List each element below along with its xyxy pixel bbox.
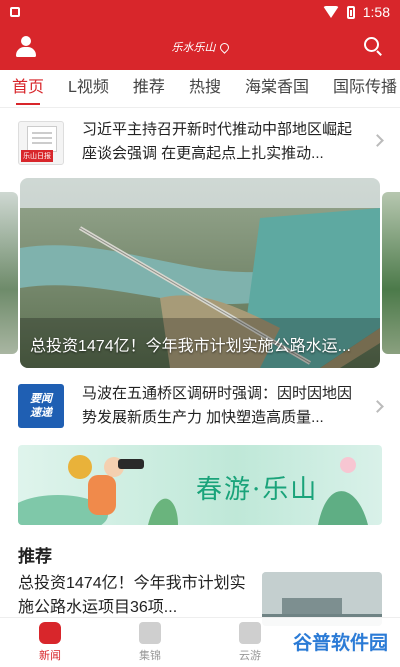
tab-haitang[interactable]: 海棠香国 xyxy=(245,70,309,107)
tab-recommend[interactable]: 推荐 xyxy=(133,70,165,107)
search-icon[interactable] xyxy=(364,37,384,57)
banner-title: 春游·乐山 xyxy=(196,475,319,505)
tab-home[interactable]: 首页 xyxy=(12,70,44,107)
chevron-right-icon xyxy=(371,134,384,147)
battery-icon xyxy=(346,5,355,19)
status-time: 1:58 xyxy=(362,4,390,20)
nav-label: 云游 xyxy=(239,650,261,662)
building-icon xyxy=(139,622,161,644)
nav-label: 新闻 xyxy=(39,650,61,662)
hero-carousel[interactable]: 总投资1474亿！今年我市计划实施公路水运... xyxy=(0,178,400,368)
news-title: 习近平主持召开新时代推动中部地区崛起座谈会强调 在更高起点上扎实推动... xyxy=(82,121,353,162)
nav-label: 集锦 xyxy=(139,650,161,662)
app-header: 乐水乐山 xyxy=(0,24,400,70)
profile-icon[interactable] xyxy=(14,35,38,59)
tab-international[interactable]: 国际传播 xyxy=(333,70,397,107)
thumb-tag: 乐山日报 xyxy=(21,150,53,162)
location-pin-icon xyxy=(217,40,231,54)
chevron-right-icon xyxy=(371,400,384,413)
tab-hot-search[interactable]: 热搜 xyxy=(189,70,221,107)
news-item-1[interactable]: 乐山日报 习近平主持召开新时代推动中部地区崛起座谈会强调 在更高起点上扎实推动.… xyxy=(0,118,400,168)
category-tabs: 首页 L视频 推荐 热搜 海棠香国 国际传播 xyxy=(0,70,400,108)
carousel-caption: 总投资1474亿！今年我市计划实施公路水运... xyxy=(30,338,351,355)
watermark-text: 谷普软件园 xyxy=(292,633,388,654)
cloud-tour-icon xyxy=(239,622,261,644)
carousel-prev-card[interactable] xyxy=(0,192,18,354)
site-watermark: 谷普软件园 xyxy=(286,626,394,657)
thumb-text-line-1: 要闻 xyxy=(30,393,52,405)
news-item-2[interactable]: 要闻 速递 马波在五通桥区调研时强调：因时因地因势发展新质生产力 加快塑造高质量… xyxy=(0,382,400,432)
nav-highlights[interactable]: 集锦 xyxy=(100,618,200,667)
recommend-item-title[interactable]: 总投资1474亿！今年我市计划实施公路水运项目36项... xyxy=(18,572,250,620)
tab-video[interactable]: L视频 xyxy=(68,70,109,107)
news-icon xyxy=(39,622,61,644)
app-notification-icon xyxy=(10,7,20,17)
carousel-next-card[interactable] xyxy=(382,192,400,354)
wifi-icon xyxy=(322,6,339,18)
thumb-text-line-2: 速递 xyxy=(30,407,52,419)
nav-cloud-tour[interactable]: 云游 xyxy=(200,618,300,667)
news-title: 马波在五通桥区调研时强调：因时因地因势发展新质生产力 加快塑造高质量... xyxy=(82,385,353,426)
nav-news[interactable]: 新闻 xyxy=(0,618,100,667)
carousel-main-card[interactable]: 总投资1474亿！今年我市计划实施公路水运... xyxy=(20,178,380,368)
status-right: 1:58 xyxy=(322,4,390,20)
app-logo: 乐水乐山 xyxy=(171,39,231,55)
newspaper-icon xyxy=(27,126,57,152)
section-title-recommend: 推荐 xyxy=(18,547,52,566)
status-bar: 1:58 xyxy=(0,0,400,24)
newspaper-thumbnail: 乐山日报 xyxy=(18,121,64,165)
news-express-thumbnail: 要闻 速递 xyxy=(18,384,64,428)
spring-tour-banner[interactable]: 春游·乐山 xyxy=(18,445,382,525)
logo-text: 乐水乐山 xyxy=(171,41,216,54)
